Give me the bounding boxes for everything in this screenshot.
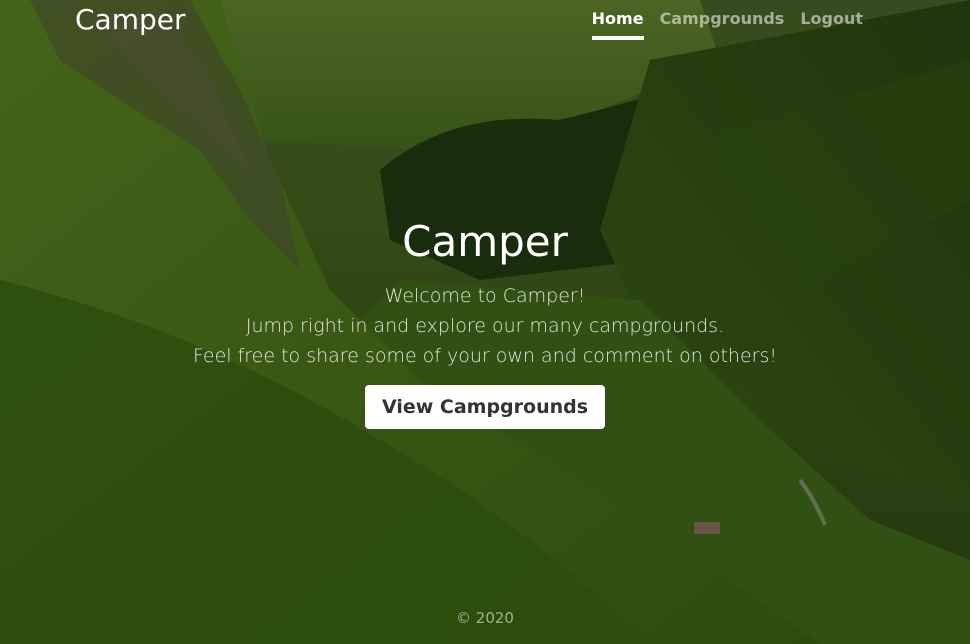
top-navbar: Camper Home Campgrounds Logout bbox=[0, 0, 970, 44]
hero-section: Camper Welcome to Camper! Jump right in … bbox=[0, 213, 970, 429]
hero-line-explore: Jump right in and explore our many campg… bbox=[245, 315, 725, 337]
nav-link-logout[interactable]: Logout bbox=[800, 9, 863, 40]
view-campgrounds-button[interactable]: View Campgrounds bbox=[364, 385, 606, 429]
hero-title: Camper bbox=[402, 217, 568, 266]
footer-copyright: © 2020 bbox=[456, 609, 514, 627]
nav-links: Home Campgrounds Logout bbox=[591, 9, 863, 40]
hero-line-share: Feel free to share some of your own and … bbox=[193, 345, 777, 367]
nav-link-home[interactable]: Home bbox=[591, 9, 644, 40]
brand-logo[interactable]: Camper bbox=[75, 3, 186, 36]
nav-link-campgrounds[interactable]: Campgrounds bbox=[660, 9, 785, 40]
hero-line-welcome: Welcome to Camper! bbox=[384, 285, 586, 307]
